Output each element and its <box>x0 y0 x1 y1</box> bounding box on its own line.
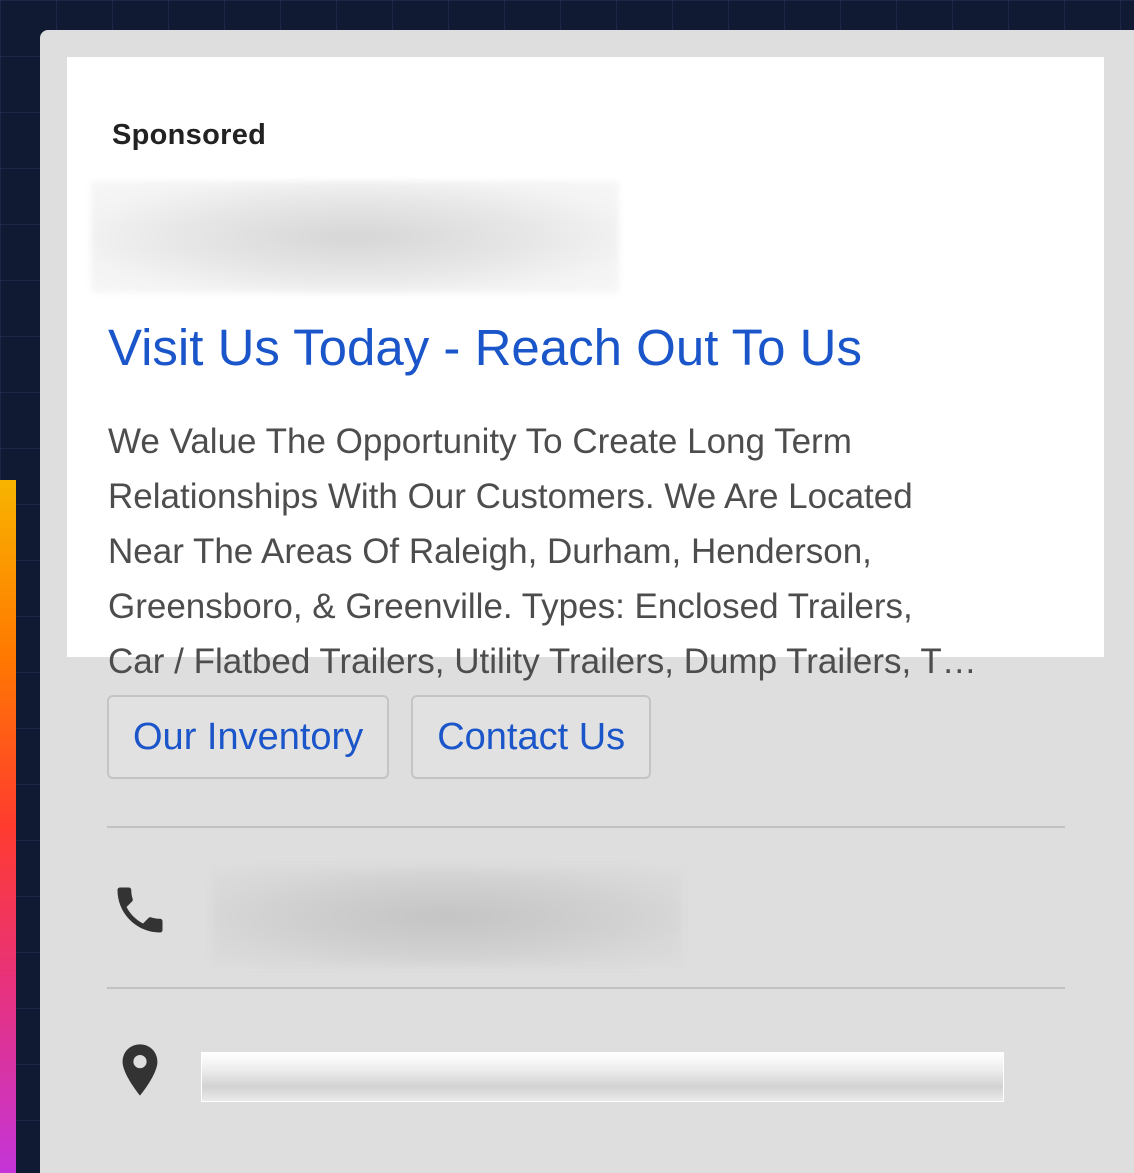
advertiser-name-redacted <box>91 181 619 293</box>
ad-headline-link[interactable]: Visit Us Today - Reach Out To Us <box>108 318 862 377</box>
sponsored-label: Sponsored <box>112 119 267 151</box>
divider <box>107 826 1065 828</box>
our-inventory-button[interactable]: Our Inventory <box>107 695 390 779</box>
ad-description: We Value The Opportunity To Create Long … <box>108 414 1083 689</box>
ad-description-line: Car / Flatbed Trailers, Utility Trailers… <box>108 642 977 681</box>
sponsored-ad-card: Sponsored Visit Us Today - Reach Out To … <box>40 30 1134 1173</box>
address-redacted[interactable] <box>201 1052 1004 1102</box>
gradient-accent-strip <box>0 480 16 1173</box>
sitelinks-row: Our Inventory Contact Us <box>107 695 652 779</box>
ad-description-line: Near The Areas Of Raleigh, Durham, Hende… <box>108 532 872 571</box>
location-pin-icon <box>122 1044 158 1096</box>
contact-us-button[interactable]: Contact Us <box>411 695 652 779</box>
ad-description-line: Relationships With Our Customers. We Are… <box>108 477 913 516</box>
ad-main-panel: Sponsored Visit Us Today - Reach Out To … <box>67 57 1104 681</box>
ad-description-line: Greensboro, & Greenville. Types: Enclose… <box>108 587 913 626</box>
ad-description-line: We Value The Opportunity To Create Long … <box>108 422 852 461</box>
phone-icon[interactable] <box>110 880 170 940</box>
divider <box>107 987 1065 989</box>
phone-number-redacted[interactable] <box>212 867 682 967</box>
